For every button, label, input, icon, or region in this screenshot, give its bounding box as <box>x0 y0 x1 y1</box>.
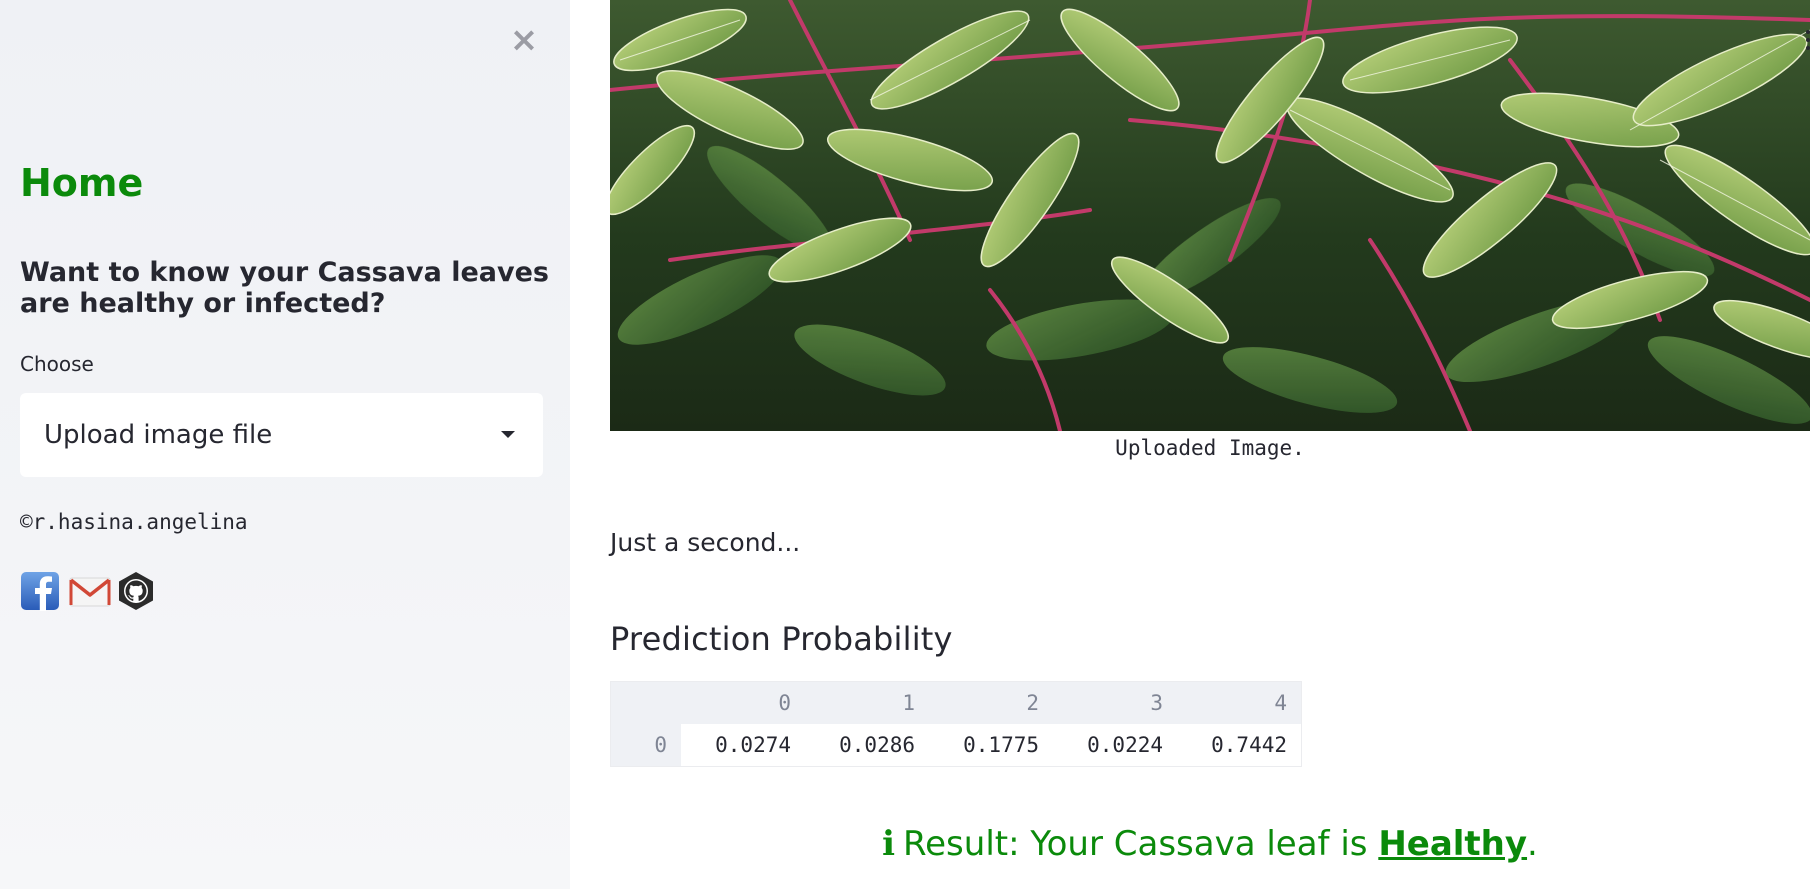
table-cell: 0.1775 <box>929 724 1053 767</box>
column-header[interactable]: 2 <box>929 681 1053 724</box>
result-suffix: . <box>1527 824 1538 864</box>
uploaded-leaf-image <box>610 0 1810 431</box>
gmail-icon[interactable] <box>68 571 111 613</box>
column-header[interactable]: 3 <box>1053 681 1177 724</box>
main-content: Uploaded Image. Just a second... Predict… <box>570 0 1818 889</box>
table-row: 0 0.0274 0.0286 0.1775 0.0224 0.7442 <box>610 724 1302 767</box>
result-prefix: Result: Your Cassava leaf is <box>903 824 1379 864</box>
choose-label: Choose <box>20 352 94 376</box>
table-corner <box>610 681 681 724</box>
source-select[interactable]: Upload image file <box>20 393 543 477</box>
table-cell: 0.0286 <box>805 724 929 767</box>
image-caption: Uploaded Image. <box>1115 436 1305 460</box>
copyright-text: ©r.hasina.angelina <box>20 510 248 534</box>
row-index: 0 <box>610 724 681 767</box>
column-header[interactable]: 1 <box>805 681 929 724</box>
result-message: ℹ Result: Your Cassava leaf is Healthy. <box>610 820 1810 868</box>
social-links <box>20 572 156 612</box>
column-header[interactable]: 0 <box>681 681 805 724</box>
prediction-table: 0 1 2 3 4 0 0.0274 0.0286 0.1775 0.0224 … <box>610 681 1302 767</box>
app: × Home Want to know your Cassava leaves … <box>0 0 1818 889</box>
facebook-icon[interactable] <box>20 571 60 613</box>
info-icon: ℹ <box>882 824 896 864</box>
table-cell: 0.7442 <box>1177 724 1302 767</box>
table-cell: 0.0274 <box>681 724 805 767</box>
element-menu-icon[interactable] <box>1806 28 1818 56</box>
caret-down-icon <box>501 431 515 438</box>
sidebar: × Home Want to know your Cassava leaves … <box>0 0 570 889</box>
table-cell: 0.0224 <box>1053 724 1177 767</box>
source-select-value: Upload image file <box>44 420 273 450</box>
status-text: Just a second... <box>610 528 801 557</box>
column-header[interactable]: 4 <box>1177 681 1302 724</box>
table-header-row: 0 1 2 3 4 <box>610 681 1302 724</box>
sidebar-question: Want to know your Cassava leaves are hea… <box>20 257 549 319</box>
home-title: Home <box>20 161 144 205</box>
sidebar-close-icon[interactable]: × <box>506 22 542 58</box>
prediction-heading: Prediction Probability <box>610 620 953 658</box>
github-icon[interactable] <box>116 571 156 613</box>
result-label[interactable]: Healthy <box>1378 824 1527 864</box>
